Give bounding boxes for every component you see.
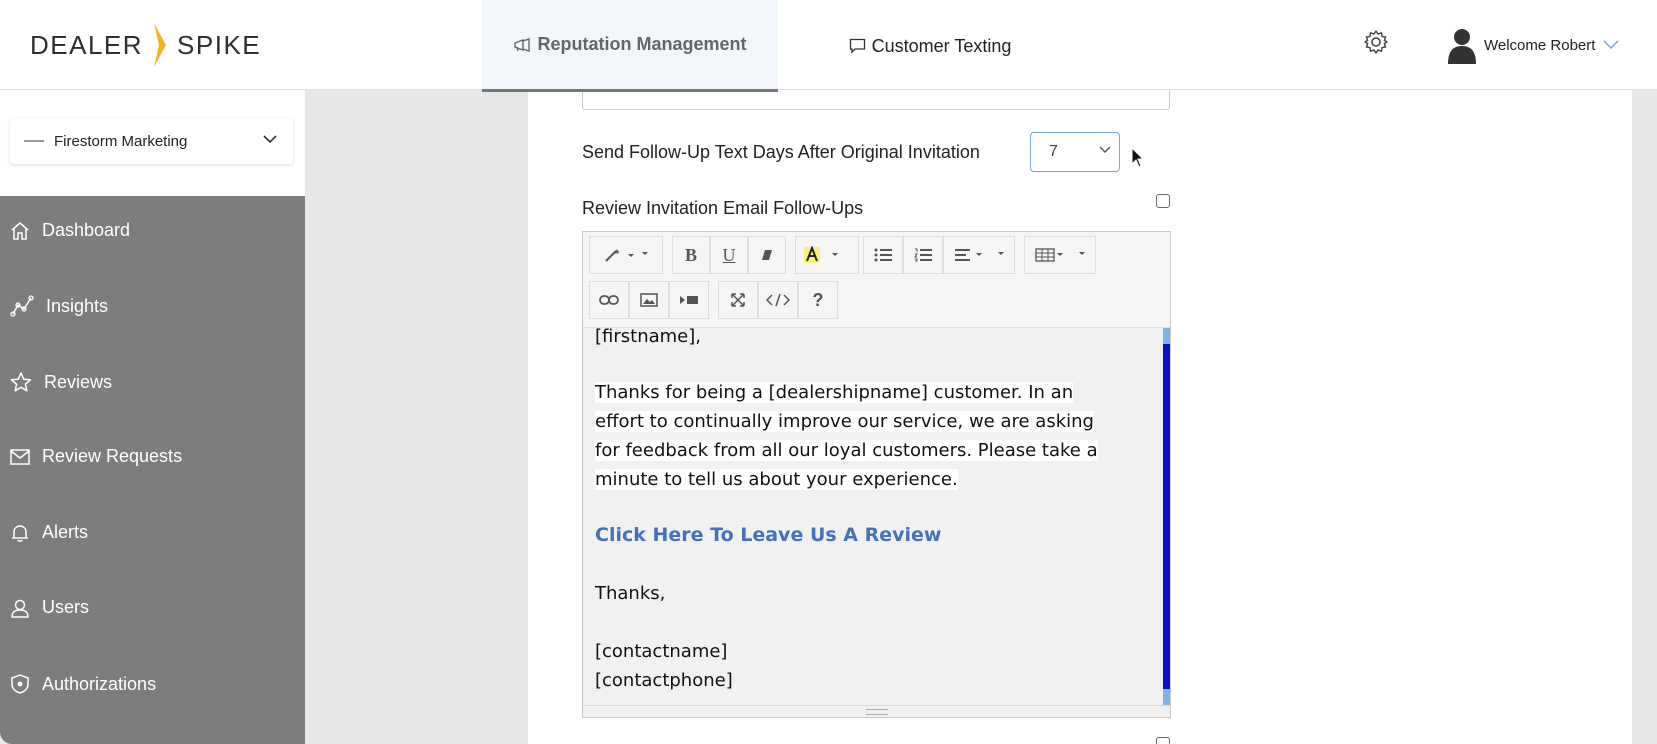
font-color-icon	[804, 246, 838, 263]
code-icon	[766, 293, 790, 307]
signoff-line: Thanks,	[595, 583, 666, 604]
table-button[interactable]	[1024, 236, 1096, 274]
chevron-down-icon	[263, 135, 277, 144]
chevron-down-icon	[1603, 40, 1619, 50]
code-view-button[interactable]	[758, 281, 798, 319]
body-line-4: minute to tell us about your experience.	[595, 465, 958, 494]
sidebar-item-alerts[interactable]: Alerts	[10, 522, 88, 543]
body-text: effort to continually improve our servic…	[595, 411, 1094, 432]
help-button[interactable]: ?	[798, 281, 838, 319]
followup-days-select[interactable]: 7	[1030, 132, 1120, 172]
underline-button[interactable]: U	[710, 236, 748, 274]
video-button[interactable]	[669, 281, 709, 319]
body-text: Thanks for being a [dealershipname] cust…	[595, 382, 1074, 403]
top-header: DEALER SPIKE Reputation Management Custo…	[0, 0, 1657, 92]
tab-reputation-label: Reputation Management	[537, 34, 747, 54]
editor-content[interactable]: [firstname], Thanks for being a [dealers…	[583, 328, 1170, 705]
bold-button[interactable]: B	[672, 236, 710, 274]
numbered-list-button[interactable]	[903, 236, 943, 274]
cut-off-line	[595, 695, 715, 705]
star-icon	[10, 372, 32, 392]
sidebar-item-label: Alerts	[42, 522, 89, 542]
bullet-list-icon	[874, 248, 892, 262]
text-color-button[interactable]	[795, 236, 859, 274]
tab-texting-label: Customer Texting	[871, 35, 1012, 56]
tab-customer-texting[interactable]: Customer Texting	[830, 0, 1030, 92]
bell-icon	[12, 524, 28, 542]
body-line-1: Thanks for being a [dealershipname] cust…	[595, 378, 1074, 407]
sidebar-item-reviews[interactable]: Reviews	[10, 371, 112, 393]
org-select[interactable]: Firestorm Marketing	[10, 118, 293, 164]
contactname-line: [contactname]	[595, 641, 728, 662]
sidebar: Dashboard Insights Reviews Review Reques…	[0, 196, 305, 744]
style-dropdown-button[interactable]	[589, 236, 663, 274]
org-logo-icon	[24, 140, 44, 142]
editor-resize-handle[interactable]	[583, 705, 1170, 717]
body-line-2: effort to continually improve our servic…	[595, 407, 1094, 436]
text-followups-checkbox[interactable]	[1156, 737, 1170, 744]
review-link[interactable]: Click Here To Leave Us A Review	[595, 524, 941, 546]
chevron-down-icon	[1099, 146, 1111, 154]
home-icon	[11, 221, 29, 240]
user-menu[interactable]: Welcome Robert	[1446, 26, 1619, 64]
expand-icon	[731, 293, 745, 307]
sidebar-item-users[interactable]: Users	[10, 597, 89, 618]
table-icon	[1035, 248, 1085, 262]
sidebar-item-insights[interactable]: Insights	[10, 295, 108, 317]
sidebar-item-review-requests[interactable]: Review Requests	[10, 446, 182, 467]
editor-toolbar: B U ?	[583, 232, 1170, 328]
image-icon	[640, 293, 658, 307]
sidebar-item-label: Authorizations	[42, 673, 157, 694]
dealer-spike-logo[interactable]: DEALER SPIKE	[30, 22, 261, 68]
chat-bubble-icon	[849, 38, 865, 54]
link-icon	[599, 295, 619, 305]
body-text: for feedback from all our loyal customer…	[595, 440, 1098, 461]
eraser-icon	[762, 250, 772, 260]
fullscreen-button[interactable]	[718, 281, 758, 319]
editor-scrollbar[interactable]	[1163, 328, 1170, 705]
logo-word-dealer: DEALER	[30, 29, 144, 60]
welcome-text: Welcome Robert	[1484, 36, 1596, 54]
body-line-3: for feedback from all our loyal customer…	[595, 436, 1098, 465]
chart-line-icon	[10, 295, 34, 317]
resize-grip-icon	[866, 709, 888, 715]
tab-reputation-management[interactable]: Reputation Management	[482, 0, 778, 92]
contactphone-line: [contactphone]	[595, 670, 733, 691]
sidebar-item-authorizations[interactable]: Authorizations	[10, 673, 156, 695]
scrollbar-thumb[interactable]	[1163, 344, 1170, 689]
followup-days-value: 7	[1049, 143, 1058, 160]
email-followups-label: Review Invitation Email Follow-Ups	[582, 198, 864, 218]
body-text: minute to tell us about your experience.	[595, 469, 958, 490]
numbered-list-icon	[914, 248, 932, 262]
paragraph-align-button[interactable]	[943, 236, 1015, 274]
clear-format-button[interactable]	[748, 236, 786, 274]
email-followups-checkbox[interactable]	[1156, 194, 1170, 208]
avatar-icon	[1448, 29, 1476, 64]
sidebar-item-label: Insights	[46, 295, 109, 316]
image-button[interactable]	[629, 281, 669, 319]
video-icon	[680, 296, 698, 304]
rich-text-editor: B U ? [firstname], Thanks for being a [d…	[582, 231, 1171, 718]
megaphone-icon	[514, 37, 531, 52]
envelope-icon	[10, 448, 30, 465]
align-icon	[955, 249, 1004, 261]
sidebar-item-label: Reviews	[44, 371, 113, 392]
sidebar-item-dashboard[interactable]: Dashboard	[10, 220, 130, 241]
user-icon	[11, 599, 29, 618]
followup-days-label: Send Follow-Up Text Days After Original …	[582, 142, 980, 162]
shield-icon	[11, 674, 29, 694]
logo-word-spike: SPIKE	[177, 29, 262, 60]
greeting-line: [firstname],	[595, 328, 701, 347]
link-button[interactable]	[589, 281, 629, 319]
gear-icon[interactable]	[1362, 28, 1390, 56]
logo-chevron-icon	[154, 23, 167, 67]
sidebar-item-label: Review Requests	[42, 446, 183, 466]
sidebar-item-label: Users	[42, 597, 90, 617]
org-select-value: Firestorm Marketing	[54, 132, 188, 150]
mouse-cursor-icon	[1131, 147, 1145, 168]
sidebar-item-label: Dashboard	[42, 220, 131, 240]
org-panel: Firestorm Marketing	[0, 90, 305, 196]
bullet-list-button[interactable]	[863, 236, 903, 274]
magic-wand-icon	[605, 249, 648, 262]
